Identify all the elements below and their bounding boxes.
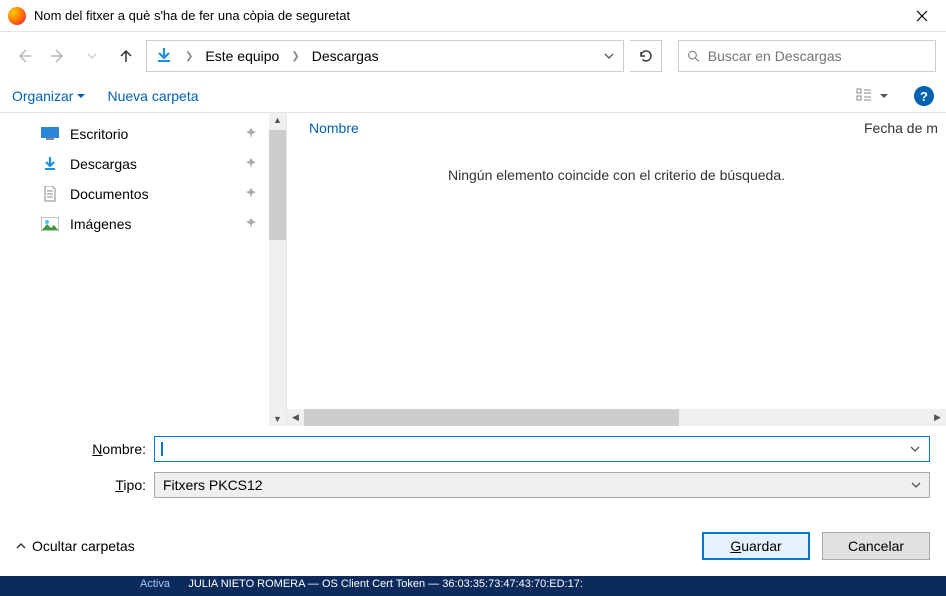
sidebar-item-downloads[interactable]: Descargas — [0, 149, 269, 179]
pin-icon — [245, 126, 257, 142]
arrow-left-icon — [15, 47, 33, 65]
breadcrumb-item[interactable]: Este equipo — [201, 46, 283, 66]
filetype-value: Fitxers PKCS12 — [163, 477, 263, 493]
sidebar-item-label: Descargas — [70, 156, 137, 172]
breadcrumb-dropdown[interactable] — [599, 49, 619, 64]
sidebar-item-label: Documentos — [70, 186, 149, 202]
scrollbar-thumb[interactable] — [304, 409, 679, 426]
filename-label: Nombre: — [16, 441, 154, 457]
refresh-button[interactable] — [630, 40, 662, 72]
nav-back-button[interactable] — [10, 42, 38, 70]
chevron-down-icon — [87, 51, 97, 61]
refresh-icon — [638, 48, 654, 64]
sidebar-scrollbar[interactable]: ▲ ▼ — [269, 113, 286, 426]
arrow-right-icon — [49, 47, 67, 65]
pin-icon — [245, 156, 257, 172]
close-button[interactable] — [898, 0, 946, 32]
column-header-date[interactable]: Fecha de m — [864, 120, 946, 136]
chevron-right-icon: ❯ — [179, 51, 199, 62]
document-icon — [40, 186, 60, 202]
nav-up-button[interactable] — [112, 42, 140, 70]
filename-dropdown[interactable] — [907, 442, 923, 457]
horizontal-scrollbar[interactable]: ◀ ▶ — [287, 409, 946, 426]
sidebar-item-label: Imágenes — [70, 216, 131, 232]
picture-icon — [40, 216, 60, 232]
empty-message: Ningún elemento coincide con el criterio… — [287, 143, 946, 409]
search-box[interactable] — [678, 40, 936, 72]
caret-down-icon — [880, 92, 888, 100]
chevron-up-icon — [16, 541, 26, 551]
download-icon — [40, 156, 60, 172]
chevron-right-icon: ❯ — [285, 51, 305, 62]
cancel-button[interactable]: Cancelar — [822, 532, 930, 560]
scrollbar-thumb[interactable] — [269, 130, 286, 240]
organize-button[interactable]: Organizar — [12, 88, 85, 104]
pin-icon — [245, 216, 257, 232]
search-input[interactable] — [708, 48, 927, 64]
save-button[interactable]: Guardar — [702, 532, 810, 560]
sidebar-tree: Escritorio Descargas Documentos Imágenes — [0, 113, 269, 426]
chevron-down-icon — [910, 444, 920, 454]
chevron-down-icon — [604, 51, 614, 61]
filename-input[interactable] — [163, 442, 907, 457]
breadcrumb-item[interactable]: Descargas — [308, 46, 383, 66]
filetype-label: Tipo: — [16, 477, 154, 493]
breadcrumb[interactable]: ❯ Este equipo ❯ Descargas — [146, 40, 624, 72]
scroll-down-icon: ▼ — [269, 414, 286, 424]
caret-down-icon — [77, 92, 85, 100]
view-options-button[interactable] — [852, 86, 892, 106]
search-icon — [687, 49, 700, 63]
new-folder-button[interactable]: Nueva carpeta — [107, 88, 198, 104]
pin-icon — [245, 186, 257, 202]
filetype-dropdown[interactable]: Fitxers PKCS12 — [154, 472, 930, 498]
nav-forward-button[interactable] — [44, 42, 72, 70]
firefox-icon — [8, 7, 26, 25]
column-headers[interactable]: Nombre Fecha de m — [287, 113, 946, 143]
filename-field[interactable] — [154, 436, 930, 462]
recent-locations-button[interactable] — [78, 42, 106, 70]
hide-folders-button[interactable]: Ocultar carpetas — [16, 538, 135, 554]
sidebar-item-label: Escritorio — [70, 126, 128, 142]
scroll-right-icon: ▶ — [929, 412, 946, 423]
column-header-name[interactable]: Nombre — [287, 120, 864, 136]
sidebar-item-desktop[interactable]: Escritorio — [0, 119, 269, 149]
chevron-down-icon — [911, 480, 921, 490]
desktop-icon — [40, 126, 60, 142]
window-title: Nom del fitxer a què s'ha de fer una còp… — [34, 8, 898, 23]
sidebar-item-documents[interactable]: Documentos — [0, 179, 269, 209]
close-icon — [916, 10, 928, 22]
download-folder-icon — [155, 47, 173, 65]
arrow-up-icon — [118, 48, 134, 64]
scroll-up-icon: ▲ — [269, 115, 286, 125]
scroll-left-icon: ◀ — [287, 412, 304, 423]
help-button[interactable]: ? — [914, 86, 934, 106]
view-icon — [856, 88, 874, 104]
sidebar-item-pictures[interactable]: Imágenes — [0, 209, 269, 239]
